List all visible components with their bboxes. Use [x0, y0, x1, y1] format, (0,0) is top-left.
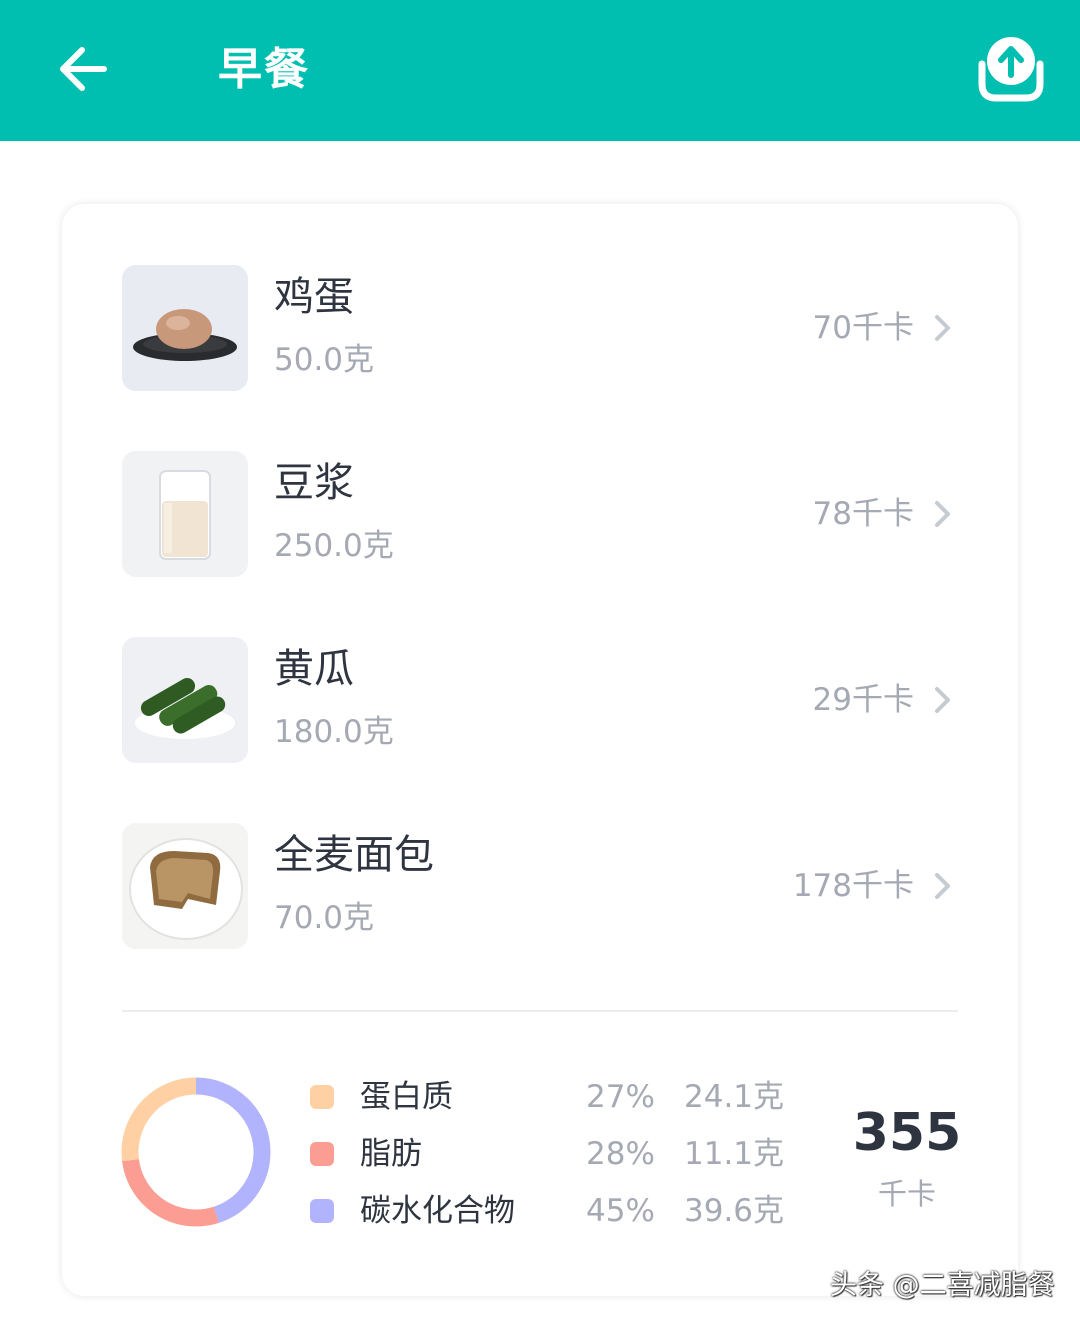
food-name: 全麦面包 — [274, 832, 434, 878]
legend-label: 脂肪 — [360, 1136, 422, 1172]
page-title: 早餐 — [218, 44, 310, 95]
food-item-cucumber[interactable]: 黄瓜 180.0克 29千卡 — [122, 637, 958, 763]
soy-milk-image — [122, 451, 248, 577]
legend-percent: 27% — [586, 1079, 655, 1115]
back-button[interactable] — [52, 37, 116, 101]
legend-grams: 11.1克 — [684, 1136, 785, 1172]
meal-card: 鸡蛋 50.0克 70千卡 豆浆 250.0克 78千卡 黄瓜 180.0克 2… — [62, 204, 1018, 1296]
legend-percent: 28% — [586, 1136, 655, 1172]
app-header: 早餐 — [0, 0, 1080, 141]
legend-percent: 45% — [586, 1193, 655, 1229]
arrow-left-icon — [60, 47, 107, 91]
food-calories: 178千卡 — [792, 868, 914, 904]
food-weight: 250.0克 — [274, 528, 394, 564]
food-name: 黄瓜 — [274, 646, 354, 692]
food-calories: 70千卡 — [812, 310, 914, 346]
chevron-right-icon — [935, 873, 950, 899]
divider — [122, 1010, 958, 1012]
chevron-right-icon — [935, 315, 950, 341]
food-item-whole-wheat-bread[interactable]: 全麦面包 70.0克 178千卡 — [122, 823, 958, 949]
egg-image — [122, 265, 248, 391]
food-weight: 70.0克 — [274, 900, 375, 936]
chevron-right-icon — [935, 501, 950, 527]
legend-label: 蛋白质 — [360, 1079, 453, 1115]
food-item-egg[interactable]: 鸡蛋 50.0克 70千卡 — [122, 265, 958, 391]
carbs-color-dot — [310, 1199, 334, 1223]
upload-share-icon — [978, 37, 1044, 102]
share-button[interactable] — [974, 32, 1048, 104]
watermark: 头条 @二喜减脂餐 — [830, 1270, 1055, 1301]
food-name: 鸡蛋 — [274, 274, 354, 320]
protein-color-dot — [310, 1085, 334, 1109]
food-item-soy-milk[interactable]: 豆浆 250.0克 78千卡 — [122, 451, 958, 577]
cucumber-image — [122, 637, 248, 763]
food-weight: 50.0克 — [274, 342, 375, 378]
total-calories-value: 355 — [852, 1103, 962, 1163]
legend-row-carbs: 碳水化合物 45% 39.6克 — [310, 1186, 790, 1236]
chevron-right-icon — [935, 687, 950, 713]
nutrition-donut-chart — [121, 1077, 271, 1227]
legend-label: 碳水化合物 — [360, 1193, 515, 1229]
legend-grams: 39.6克 — [684, 1193, 785, 1229]
legend-row-protein: 蛋白质 27% 24.1克 — [310, 1072, 790, 1122]
total-calories-unit: 千卡 — [877, 1177, 936, 1211]
food-name: 豆浆 — [274, 460, 354, 506]
food-weight: 180.0克 — [274, 714, 394, 750]
food-calories: 78千卡 — [812, 496, 914, 532]
legend-grams: 24.1克 — [684, 1079, 785, 1115]
whole-wheat-bread-image — [122, 823, 248, 949]
legend-row-fat: 脂肪 28% 11.1克 — [310, 1129, 790, 1179]
fat-color-dot — [310, 1142, 334, 1166]
food-calories: 29千卡 — [812, 682, 914, 718]
